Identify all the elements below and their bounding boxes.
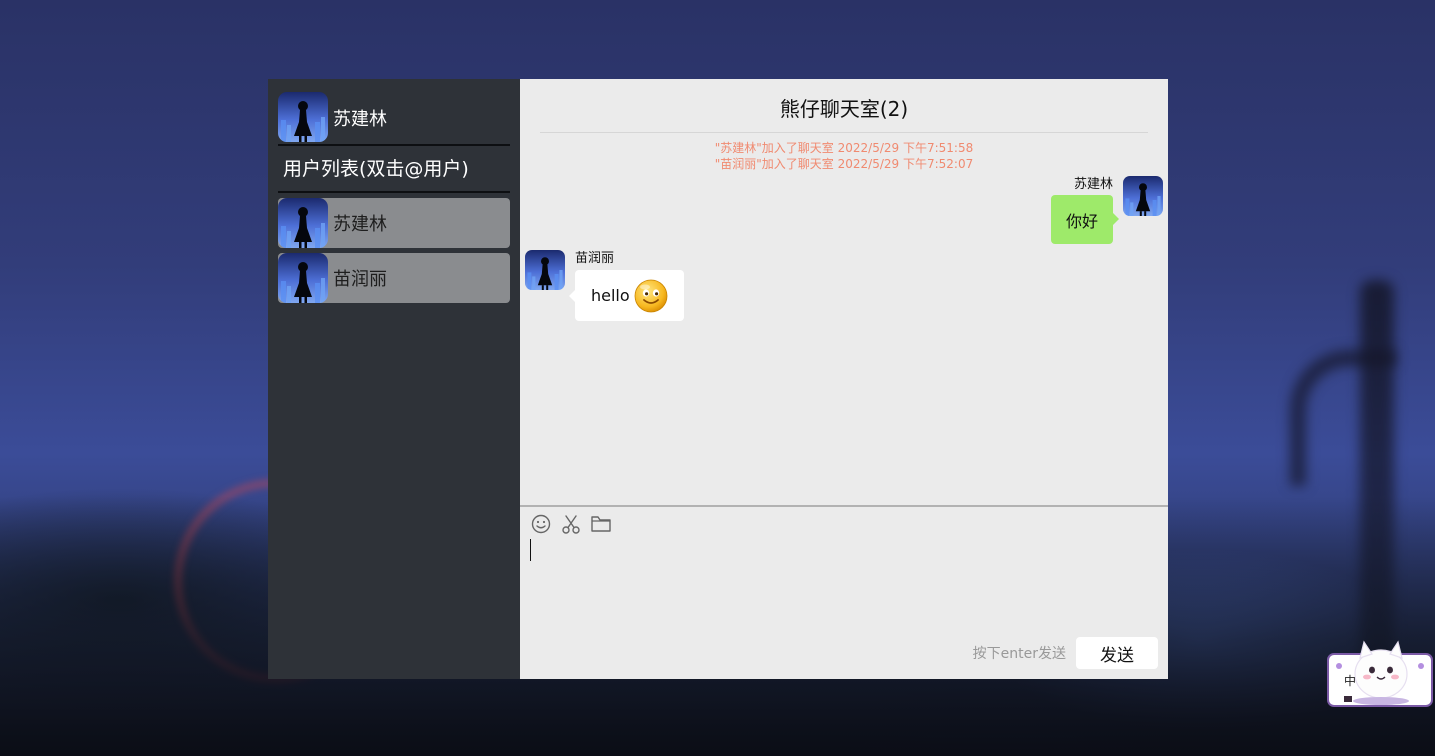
system-messages: "苏建林"加入了聊天室 2022/5/29 下午7:51:58 "苗润丽"加入了…	[520, 140, 1168, 172]
avatar-girl-silhouette-icon	[525, 250, 565, 290]
chat-panel: 熊仔聊天室(2) "苏建林"加入了聊天室 2022/5/29 下午7:51:58…	[520, 79, 1168, 679]
user-list-item[interactable]: 苗润丽	[278, 253, 510, 303]
scissors-icon[interactable]	[560, 513, 582, 535]
message-input[interactable]	[528, 539, 1160, 629]
chat-message-incoming: 苗润丽 hello	[525, 250, 684, 321]
user-list-item-name: 苏建林	[333, 214, 387, 235]
avatar-girl-silhouette-icon	[278, 198, 328, 248]
send-hint: 按下enter发送	[972, 646, 1066, 662]
chat-app-window: 苏建林 用户列表(双击@用户) 苏建林 苗润丽 熊仔聊天室(2) "苏建林"加入…	[268, 79, 1168, 679]
avatar-girl-silhouette-icon	[278, 253, 328, 303]
chat-message-outgoing: 苏建林 你好	[1050, 176, 1163, 244]
user-list-item-name: 苗润丽	[333, 269, 387, 290]
folder-icon[interactable]	[590, 513, 612, 535]
avatar-girl-silhouette-icon	[278, 92, 328, 142]
smiley-face-icon	[634, 279, 668, 312]
smiley-icon[interactable]	[530, 513, 552, 535]
current-user-header: 苏建林	[278, 89, 510, 146]
ime-mascot-indicator[interactable]	[1326, 628, 1434, 708]
message-text: 你好	[1065, 211, 1098, 231]
message-bubble: 你好	[1050, 195, 1120, 244]
current-user-name: 苏建林	[333, 108, 387, 130]
system-message: "苗润丽"加入了聊天室 2022/5/29 下午7:52:07	[714, 157, 974, 171]
user-list-item[interactable]: 苏建林	[278, 198, 510, 248]
composer-toolbar	[520, 507, 1168, 539]
message-sender: 苗润丽	[575, 251, 615, 266]
send-row: 按下enter发送 发送	[973, 637, 1158, 669]
avatar-girl-silhouette-icon	[1123, 176, 1163, 216]
system-message: "苏建林"加入了聊天室 2022/5/29 下午7:51:58	[714, 141, 974, 155]
ime-mode-label: 中	[1344, 674, 1357, 688]
message-bubble: hello	[569, 270, 684, 321]
sidebar: 苏建林 用户列表(双击@用户) 苏建林 苗润丽	[268, 79, 520, 679]
message-text: hello	[591, 286, 630, 305]
text-caret	[530, 539, 531, 561]
send-button[interactable]: 发送	[1076, 637, 1158, 669]
message-composer: 按下enter发送 发送	[520, 505, 1168, 679]
room-title: 熊仔聊天室(2)	[540, 79, 1148, 133]
user-list-title: 用户列表(双击@用户)	[278, 146, 510, 193]
message-sender: 苏建林	[1073, 177, 1113, 192]
